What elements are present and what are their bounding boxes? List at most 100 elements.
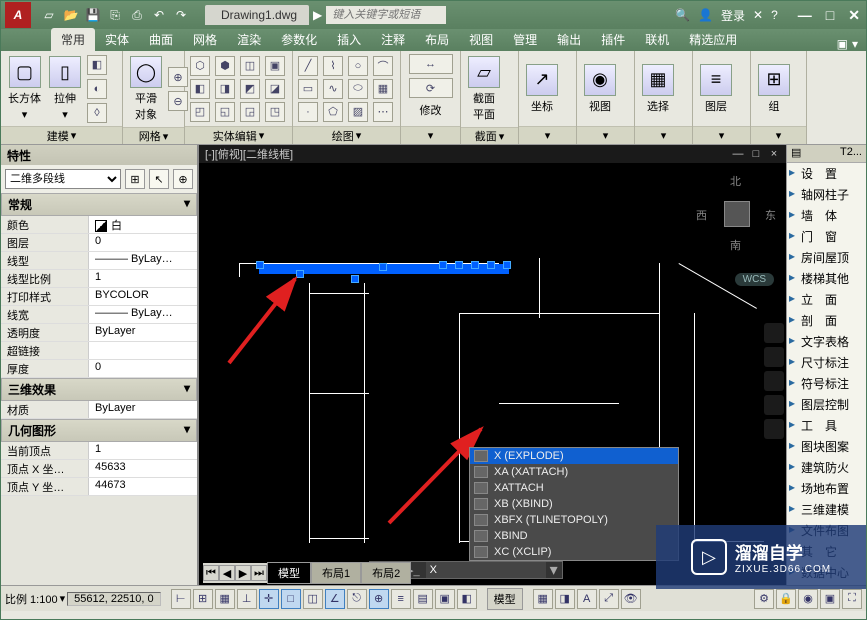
help-search-input[interactable] xyxy=(326,6,446,24)
viewcube-west[interactable]: 西 xyxy=(696,207,707,223)
tool-palette-item[interactable]: 图层控制 xyxy=(787,394,866,415)
user-icon[interactable]: 👤 xyxy=(698,8,713,22)
sb-lock-icon[interactable]: 🔒 xyxy=(776,589,796,609)
ribbon-tab-layout[interactable]: 布局 xyxy=(415,28,459,51)
polar-icon[interactable]: ✛ xyxy=(259,589,279,609)
nav-pan-icon[interactable] xyxy=(764,347,784,367)
solidedit-icon[interactable]: ◳ xyxy=(265,102,285,122)
help-icon[interactable]: ? xyxy=(771,8,778,22)
modify-rotate-icon[interactable]: ⟳ xyxy=(409,78,453,98)
tool-palette-item[interactable]: 场地布置 xyxy=(787,478,866,499)
tpy-icon[interactable]: ▤ xyxy=(413,589,433,609)
property-row[interactable]: 厚度0 xyxy=(1,360,197,378)
property-row[interactable]: 当前顶点1 xyxy=(1,442,197,460)
grid-icon[interactable]: ▦ xyxy=(215,589,235,609)
ribbon-tab-mesh[interactable]: 网格 xyxy=(183,28,227,51)
tool-palette-item[interactable]: 尺寸标注 xyxy=(787,352,866,373)
tool-palette-item[interactable]: 建筑防火 xyxy=(787,457,866,478)
draw-polygon-icon[interactable]: ⬠ xyxy=(323,102,343,122)
ribbon-tools-icon[interactable]: ▣ xyxy=(837,37,848,51)
model-space-button[interactable]: 模型 xyxy=(487,588,523,610)
draw-region-icon[interactable]: ▨ xyxy=(348,102,368,122)
object-type-select[interactable]: 二维多段线 xyxy=(5,169,121,189)
solidedit-icon[interactable]: ⬡ xyxy=(190,56,210,76)
panel-title-modify[interactable]: ▾ xyxy=(401,126,460,144)
panel-title-mesh[interactable]: 网格 ▾ xyxy=(123,127,184,144)
layout-nav-last-icon[interactable]: ⏭ xyxy=(251,565,267,581)
draw-rect-icon[interactable]: ▭ xyxy=(298,79,318,99)
ribbon-tab-manage[interactable]: 管理 xyxy=(503,28,547,51)
wcs-indicator[interactable]: WCS xyxy=(735,273,774,286)
property-value[interactable]: ——— ByLay… xyxy=(89,306,197,323)
tool-palette-item[interactable]: 轴网柱子 xyxy=(787,184,866,205)
tool-palette-item[interactable]: 剖 面 xyxy=(787,310,866,331)
property-row[interactable]: 图层0 xyxy=(1,234,197,252)
ribbon-tab-annotate[interactable]: 注释 xyxy=(371,28,415,51)
ribbon-tab-featured[interactable]: 精选应用 xyxy=(679,28,747,51)
section-3d-header[interactable]: 三维效果▾ xyxy=(1,378,197,401)
panel-title-view[interactable]: ▾ xyxy=(577,126,634,144)
viewcube-east[interactable]: 东 xyxy=(765,207,776,223)
property-row[interactable]: 线宽——— ByLay… xyxy=(1,306,197,324)
viewport-label[interactable]: [-][俯视][二维线框] xyxy=(205,146,293,162)
solidedit-icon[interactable]: ◨ xyxy=(215,79,235,99)
quickselect-icon[interactable]: ⊞ xyxy=(125,169,145,189)
doc-tab-play-icon[interactable]: ▶ xyxy=(313,8,322,22)
scale-label[interactable]: 比例 1:100 xyxy=(5,591,58,607)
property-value[interactable]: 1 xyxy=(89,442,197,459)
app-logo[interactable]: A xyxy=(5,2,31,28)
draw-more-icon[interactable]: ⋯ xyxy=(373,102,393,122)
ribbon-tab-solid[interactable]: 实体 xyxy=(95,28,139,51)
qat-open-icon[interactable]: 📂 xyxy=(63,7,79,23)
draw-spline-icon[interactable]: ∿ xyxy=(323,79,343,99)
solidedit-icon[interactable]: ⬢ xyxy=(215,56,235,76)
qat-print-icon[interactable]: ⎙ xyxy=(129,7,145,23)
property-value[interactable]: 0 xyxy=(89,360,197,377)
maximize-icon[interactable]: □ xyxy=(826,7,834,24)
ribbon-tab-insert[interactable]: 插入 xyxy=(327,28,371,51)
property-value[interactable] xyxy=(89,342,197,359)
sb-view1-icon[interactable]: ▦ xyxy=(533,589,553,609)
tool-palette-item[interactable]: 设 置 xyxy=(787,163,866,184)
canvas[interactable]: 北 东 南 西 WCS xyxy=(199,163,786,585)
solidedit-icon[interactable]: ◩ xyxy=(240,79,260,99)
qat-undo-icon[interactable]: ↶ xyxy=(151,7,167,23)
panel-title-draw[interactable]: 绘图 ▾ xyxy=(293,126,400,144)
solidedit-icon[interactable]: ◪ xyxy=(265,79,285,99)
select-button[interactable]: ▦选择 xyxy=(640,62,676,116)
tool-palette-item[interactable]: 符号标注 xyxy=(787,373,866,394)
autocomplete-item[interactable]: XBIND xyxy=(470,528,678,544)
panel-title-modeling[interactable]: 建模 ▾ xyxy=(1,126,122,144)
property-value[interactable]: 45633 xyxy=(89,460,197,477)
lwt-icon[interactable]: ≡ xyxy=(391,589,411,609)
qat-saveas-icon[interactable]: ⎘ xyxy=(107,7,123,23)
autocomplete-item[interactable]: XATTACH xyxy=(470,480,678,496)
right-palette-header[interactable]: ▤T2... xyxy=(787,145,866,163)
ribbon-tab-output[interactable]: 输出 xyxy=(547,28,591,51)
nav-zoom-icon[interactable] xyxy=(764,371,784,391)
ortho-icon[interactable]: ⊥ xyxy=(237,589,257,609)
tool-palette-item[interactable]: 立 面 xyxy=(787,289,866,310)
properties-header[interactable]: 特性 xyxy=(1,145,197,165)
ribbon-tab-render[interactable]: 渲染 xyxy=(227,28,271,51)
layout-tab-1[interactable]: 布局1 xyxy=(311,562,361,584)
panel-title-layer[interactable]: ▾ xyxy=(693,126,750,144)
tool-palette-item[interactable]: 楼梯其他 xyxy=(787,268,866,289)
ribbon-tab-plugins[interactable]: 插件 xyxy=(591,28,635,51)
layer-button[interactable]: ≡图层 xyxy=(698,62,734,116)
nav-orbit-icon[interactable] xyxy=(764,395,784,415)
group-button[interactable]: ⊞组 xyxy=(756,62,792,116)
property-value[interactable]: 1 xyxy=(89,270,197,287)
solidedit-icon[interactable]: ◱ xyxy=(215,102,235,122)
panel-title-group[interactable]: ▾ xyxy=(751,126,806,144)
property-value[interactable]: ——— ByLay… xyxy=(89,252,197,269)
property-row[interactable]: 材质ByLayer xyxy=(1,401,197,419)
autocomplete-item[interactable]: XBFX (TLINETOPOLY) xyxy=(470,512,678,528)
selectobj-icon[interactable]: ↖ xyxy=(149,169,169,189)
tool-palette-item[interactable]: 三维建模 xyxy=(787,499,866,520)
viewcube-north[interactable]: 北 xyxy=(730,173,741,189)
sb-view2-icon[interactable]: ◨ xyxy=(555,589,575,609)
sb-vis-icon[interactable]: 👁 xyxy=(621,589,641,609)
ribbon-tab-view[interactable]: 视图 xyxy=(459,28,503,51)
panel-title-section[interactable]: 截面 ▾ xyxy=(461,127,518,144)
